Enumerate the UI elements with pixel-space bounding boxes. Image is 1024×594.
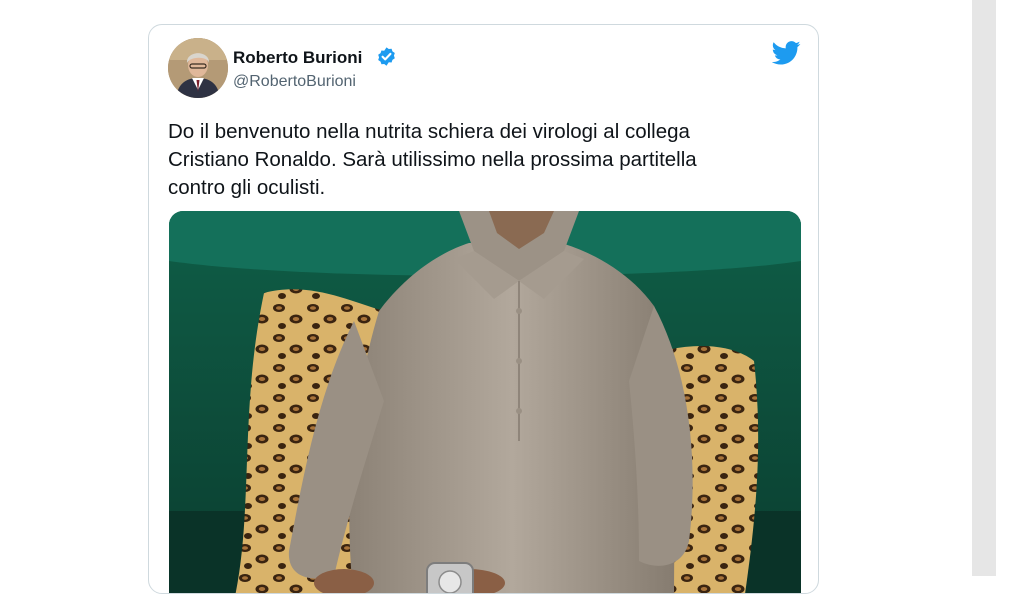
tweet-text-line: Do il benvenuto nella nutrita schiera de… [168, 120, 690, 143]
tweet-photo-image [169, 211, 801, 593]
tweet-text-line: Cristiano Ronaldo. Sarà utilissimo nella… [168, 148, 697, 171]
tweet-photo[interactable] [169, 211, 801, 593]
tweet-card[interactable]: Roberto Burioni @RobertoBurioni Do il be… [148, 24, 819, 594]
avatar-image [168, 38, 228, 98]
author-name[interactable]: Roberto Burioni [233, 48, 362, 68]
scrollbar-track[interactable] [972, 0, 996, 576]
tweet-text-line: contro gli oculisti. [168, 176, 326, 199]
tweet-text: Do il benvenuto nella nutrita schiera de… [168, 118, 798, 202]
avatar[interactable] [168, 38, 228, 98]
twitter-bird-icon[interactable] [772, 41, 801, 65]
author-handle[interactable]: @RobertoBurioni [233, 73, 356, 91]
verified-badge-icon [378, 47, 395, 66]
